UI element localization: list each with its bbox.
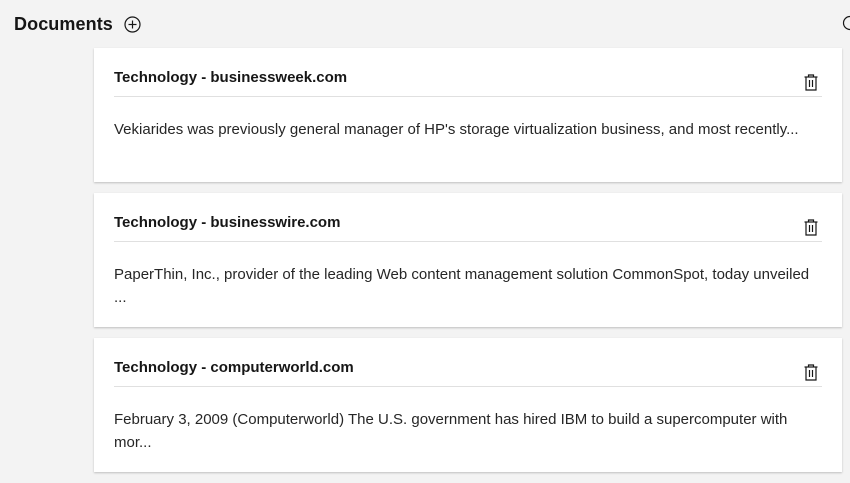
circle-icon xyxy=(842,15,850,31)
document-title: Technology - businessweek.com xyxy=(114,69,347,86)
delete-document-button[interactable] xyxy=(802,217,820,237)
document-snippet: Vekiarides was previously general manage… xyxy=(114,118,822,141)
document-snippet: PaperThin, Inc., provider of the leading… xyxy=(114,263,822,309)
document-title: Technology - computerworld.com xyxy=(114,359,354,376)
document-card[interactable]: Technology - businesswire.com PaperThin,… xyxy=(94,193,842,327)
document-card-header: Technology - businesswire.com xyxy=(114,193,822,242)
document-snippet: February 3, 2009 (Computerworld) The U.S… xyxy=(114,408,822,454)
trash-icon xyxy=(804,74,818,91)
document-card-header: Technology - computerworld.com xyxy=(114,338,822,387)
trash-icon xyxy=(804,364,818,381)
page-header: Documents xyxy=(14,10,142,38)
delete-document-button[interactable] xyxy=(802,72,820,92)
trash-icon xyxy=(804,219,818,236)
document-title: Technology - businesswire.com xyxy=(114,214,340,231)
page-title: Documents xyxy=(14,14,113,35)
delete-document-button[interactable] xyxy=(802,362,820,382)
add-document-button[interactable] xyxy=(124,15,142,33)
document-card[interactable]: Technology - businessweek.com Vekiarides… xyxy=(94,48,842,182)
document-card-header: Technology - businessweek.com xyxy=(114,48,822,97)
document-list: Technology - businessweek.com Vekiarides… xyxy=(94,48,842,483)
add-circle-icon xyxy=(124,16,141,33)
document-card[interactable]: Technology - computerworld.com February … xyxy=(94,338,842,472)
edge-circle-button[interactable] xyxy=(842,15,850,31)
